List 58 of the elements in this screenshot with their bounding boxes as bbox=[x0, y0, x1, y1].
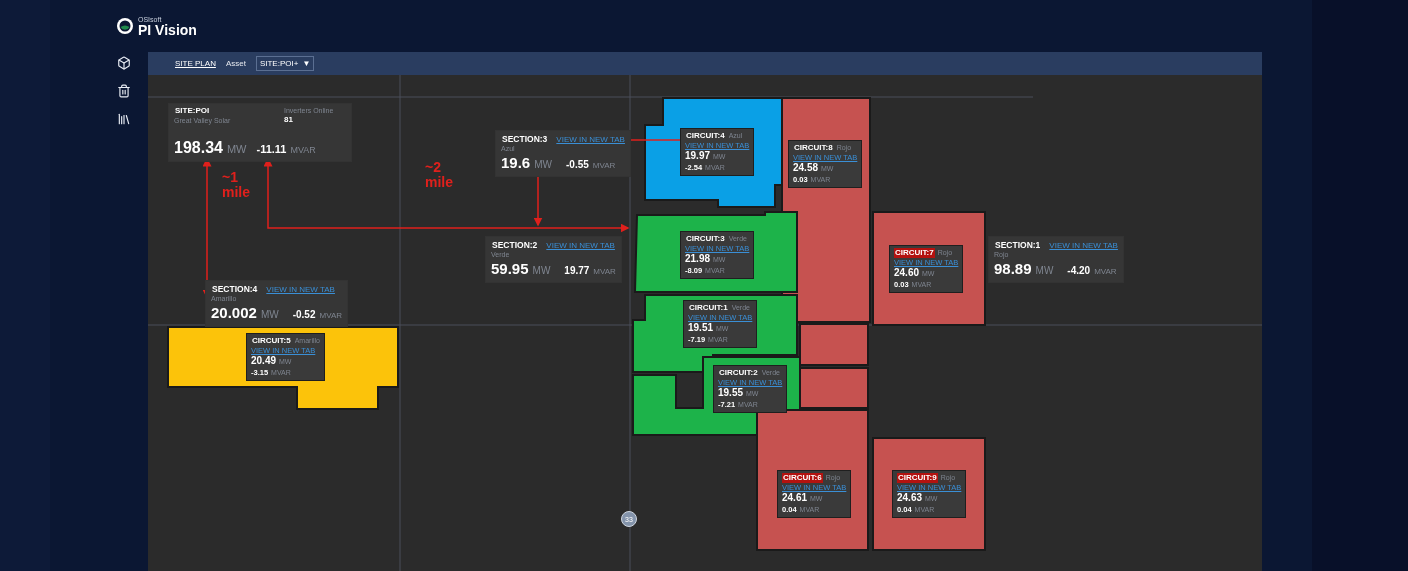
mw-value: 24.63 bbox=[897, 492, 923, 505]
mw-value: 20.002 bbox=[211, 303, 257, 323]
section-name: SECTION:4 bbox=[211, 284, 259, 295]
mw-unit: MW bbox=[532, 264, 551, 278]
view-link[interactable]: VIEW IN NEW TAB bbox=[556, 135, 625, 145]
circuit-name: CIRCUIT:2 bbox=[718, 368, 759, 378]
mvar-value: -0.52 bbox=[292, 308, 316, 322]
mvar-unit: MVAR bbox=[593, 266, 616, 277]
cube-icon[interactable] bbox=[117, 56, 131, 70]
trash-icon[interactable] bbox=[117, 84, 131, 98]
circuit-name: CIRCUIT:6 bbox=[782, 473, 823, 483]
circuit-name: CIRCUIT:5 bbox=[251, 336, 292, 346]
mw-unit: MW bbox=[226, 143, 247, 157]
inverters-count: 81 bbox=[284, 116, 294, 124]
asset-dropdown[interactable]: SITE:POI+ ▼ bbox=[255, 56, 315, 71]
mvar-value: -11.11 bbox=[256, 143, 287, 157]
site-name: SITE:POI bbox=[174, 107, 211, 115]
mw-value: 19.6 bbox=[501, 153, 531, 173]
view-link[interactable]: VIEW IN NEW TAB bbox=[1049, 241, 1118, 251]
asset-label: Asset bbox=[225, 59, 246, 68]
circuit-name: CIRCUIT:8 bbox=[793, 143, 834, 153]
circuit-name: CIRCUIT:7 bbox=[894, 248, 935, 258]
mvar-value: -4.20 bbox=[1067, 264, 1091, 278]
view-link[interactable]: VIEW IN NEW TAB bbox=[266, 285, 335, 295]
circuit-name: CIRCUIT:9 bbox=[897, 473, 938, 483]
breadcrumb-link[interactable]: SITE PLAN bbox=[175, 59, 216, 68]
mw-value: 98.89 bbox=[994, 259, 1032, 279]
section-name: SECTION:3 bbox=[501, 134, 549, 145]
distance-label: ~1 mile bbox=[222, 170, 251, 201]
mw-unit: MW bbox=[260, 308, 279, 322]
mvar-unit: MVAR bbox=[592, 160, 616, 171]
mw-value: 24.61 bbox=[782, 492, 808, 505]
mw-value: 59.95 bbox=[491, 259, 529, 279]
view-link[interactable]: VIEW IN NEW TAB bbox=[546, 241, 615, 251]
mw-value: 21.98 bbox=[685, 253, 711, 266]
mw-value: 20.49 bbox=[251, 355, 277, 368]
mw-value: 198.34 bbox=[174, 138, 223, 158]
section-name: SECTION:1 bbox=[994, 240, 1042, 251]
mw-value: 24.60 bbox=[894, 267, 920, 280]
mw-unit: MW bbox=[534, 158, 552, 172]
mvar-unit: MVAR bbox=[1094, 266, 1117, 277]
mw-value: 19.51 bbox=[688, 322, 714, 335]
mvar-value: -0.55 bbox=[566, 158, 589, 172]
logo-icon bbox=[116, 17, 134, 35]
mvar-value: 19.77 bbox=[564, 264, 590, 278]
mvar-unit: MVAR bbox=[319, 310, 342, 321]
mvar-unit: MVAR bbox=[290, 145, 316, 157]
mw-value: 19.55 bbox=[718, 387, 744, 400]
circuit-name: CIRCUIT:4 bbox=[685, 131, 726, 141]
circuit-name: CIRCUIT:1 bbox=[688, 303, 729, 313]
mw-value: 19.97 bbox=[685, 150, 711, 163]
library-icon[interactable] bbox=[117, 112, 131, 126]
distance-label: ~2 mile bbox=[425, 160, 454, 191]
app-title: PI Vision bbox=[138, 22, 197, 37]
mw-value: 24.58 bbox=[793, 162, 819, 175]
mw-unit: MW bbox=[1035, 264, 1054, 278]
section-name: SECTION:2 bbox=[491, 240, 539, 251]
circuit-name: CIRCUIT:3 bbox=[685, 234, 726, 244]
